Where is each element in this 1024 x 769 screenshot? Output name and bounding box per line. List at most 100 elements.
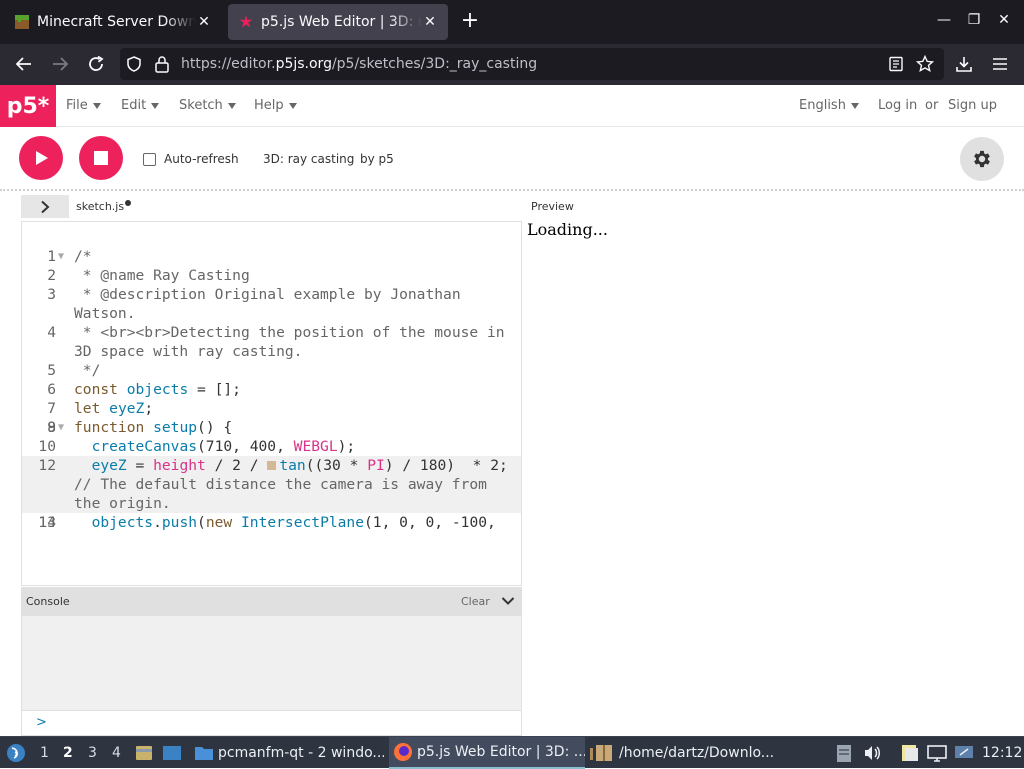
forward-arrow-icon[interactable] xyxy=(48,52,72,76)
fold-arrow-icon[interactable]: ▼ xyxy=(58,247,64,266)
p5-editor-nav: p5* File Edit Sketch Help English Log in… xyxy=(0,85,1024,127)
caret-down-icon xyxy=(151,102,160,109)
show-desktop-icon[interactable] xyxy=(162,743,182,763)
minecraft-grass-icon xyxy=(15,15,29,29)
desktop-3[interactable]: 3 xyxy=(88,745,97,761)
play-button[interactable] xyxy=(19,136,63,180)
file-name: sketch.js xyxy=(76,200,125,213)
fold-arrow-icon[interactable]: ▼ xyxy=(58,418,64,437)
code-text: const objects = []; xyxy=(74,381,241,398)
code-text: /* xyxy=(74,248,92,265)
editor-toolbar: Auto-refresh 3D: ray casting by p5 xyxy=(0,127,1024,191)
taskbar-window-title: p5.js Web Editor | 3D: ... xyxy=(417,744,585,760)
menu-sketch[interactable]: Sketch xyxy=(179,98,236,113)
menu-file[interactable]: File xyxy=(66,98,101,113)
taskbar-window-title: /home/dartz/Downlo... xyxy=(619,745,775,761)
line-number: 3 xyxy=(47,286,56,303)
display-tray-icon[interactable] xyxy=(927,743,947,763)
reload-icon[interactable] xyxy=(84,52,108,76)
tab-p5js-editor[interactable]: p5.js Web Editor | 3D: ray casting ✕ xyxy=(228,4,448,40)
auto-refresh-checkbox[interactable] xyxy=(143,153,156,166)
tracking-shield-icon[interactable] xyxy=(126,56,142,72)
tab-title: Minecraft Server Download xyxy=(37,14,196,30)
unsaved-dot-icon xyxy=(125,200,132,206)
code-line: 6 const objects = []; xyxy=(22,380,521,399)
line-number: 9 xyxy=(47,419,56,436)
p5-logo[interactable]: p5* xyxy=(0,85,56,127)
sketch-name[interactable]: 3D: ray casting xyxy=(263,152,354,166)
code-line: 9 ▼ function setup() { xyxy=(22,418,521,437)
reader-view-icon[interactable] xyxy=(888,56,904,72)
taskbar-window-firefox[interactable]: p5.js Web Editor | 3D: ... xyxy=(389,737,585,769)
firefox-icon xyxy=(394,743,412,761)
code-text: eyeZ = height / 2 / tan((30 * PI) / 180)… xyxy=(74,457,517,512)
bookmark-star-icon[interactable] xyxy=(916,55,934,73)
code-text: function setup() { xyxy=(74,419,233,436)
caret-down-icon xyxy=(227,102,236,109)
network-tray-icon[interactable] xyxy=(954,743,974,763)
url-text: https://editor.p5js.org/p5/sketches/3D:_… xyxy=(181,56,537,72)
desktop-2[interactable]: 2 xyxy=(63,745,73,761)
language-select[interactable]: English xyxy=(799,98,859,113)
close-window-icon[interactable]: ✕ xyxy=(994,12,1014,28)
file-tab-sketch-js[interactable]: sketch.js xyxy=(76,200,132,213)
start-menu-icon[interactable] xyxy=(6,743,26,763)
language-label: English xyxy=(799,98,846,113)
tab-minecraft-server[interactable]: Minecraft Server Download ✕ xyxy=(4,4,222,40)
toggle-sidebar-button[interactable] xyxy=(21,195,69,218)
menu-help[interactable]: Help xyxy=(254,98,297,113)
code-line: 2 * @name Ray Casting xyxy=(22,266,521,285)
back-arrow-icon[interactable] xyxy=(12,52,36,76)
minimize-window-icon[interactable]: — xyxy=(934,12,954,28)
code-line: 10 createCanvas(710, 400, WEBGL); xyxy=(22,437,521,456)
line-number: 12 xyxy=(38,457,56,474)
browser-nav-bar: https://editor.p5js.org/p5/sketches/3D:_… xyxy=(0,44,1024,85)
sketch-owner: by p5 xyxy=(360,152,394,166)
stop-button[interactable] xyxy=(79,136,123,180)
menu-label: Sketch xyxy=(179,98,223,113)
code-editor[interactable]: 1 ▼/* 2 * @name Ray Casting 3 * @descript… xyxy=(21,221,522,586)
chevron-down-icon[interactable] xyxy=(501,595,515,607)
taskbar-window-archive[interactable]: /home/dartz/Downlo... xyxy=(589,737,785,769)
code-area[interactable]: 1 ▼/* 2 * @name Ray Casting 3 * @descript… xyxy=(22,247,521,532)
notes-tray-icon[interactable] xyxy=(900,743,920,763)
folder-icon xyxy=(195,747,213,760)
console-clear-button[interactable]: Clear xyxy=(461,595,490,608)
file-manager-launcher-icon[interactable] xyxy=(134,743,154,763)
line-number: 7 xyxy=(47,400,56,417)
lock-icon[interactable] xyxy=(154,55,170,73)
login-link[interactable]: Log in xyxy=(878,98,917,113)
color-swatch-icon xyxy=(267,461,277,470)
console-output xyxy=(21,616,522,710)
settings-button[interactable] xyxy=(960,137,1004,181)
line-number: 6 xyxy=(47,381,56,398)
line-number: 10 xyxy=(38,438,56,455)
hamburger-menu-icon[interactable] xyxy=(988,52,1012,76)
desktop-1[interactable]: 1 xyxy=(40,745,49,761)
or-text: or xyxy=(925,98,939,113)
taskbar-window-file-manager[interactable]: pcmanfm-qt - 2 windo... xyxy=(192,737,384,769)
menu-edit[interactable]: Edit xyxy=(121,98,160,113)
clipboard-tray-icon[interactable] xyxy=(836,743,852,763)
preview-label: Preview xyxy=(531,200,574,213)
desktop-4[interactable]: 4 xyxy=(112,745,121,761)
code-text: * <br><br>Detecting the position of the … xyxy=(74,324,514,360)
menu-label: Help xyxy=(254,98,284,113)
url-host: p5js.org xyxy=(275,56,332,72)
caret-down-icon xyxy=(850,102,859,109)
console-header: Console Clear xyxy=(21,587,522,616)
line-number: 2 xyxy=(47,267,56,284)
volume-icon[interactable] xyxy=(863,744,881,762)
new-tab-plus-icon[interactable]: + xyxy=(458,10,482,32)
signup-link[interactable]: Sign up xyxy=(948,98,997,113)
caret-down-icon xyxy=(92,102,101,109)
code-line-active: 12 eyeZ = height / 2 / tan((30 * PI) / 1… xyxy=(22,456,521,513)
restore-window-icon[interactable]: ❐ xyxy=(964,12,984,28)
close-tab-icon[interactable]: ✕ xyxy=(196,14,212,30)
auto-refresh-label: Auto-refresh xyxy=(164,152,239,166)
downloads-icon[interactable] xyxy=(952,52,976,76)
url-bar[interactable]: https://editor.p5js.org/p5/sketches/3D:_… xyxy=(120,48,944,80)
console-input[interactable]: > xyxy=(21,710,522,736)
url-path: /p5/sketches/3D:_ray_casting xyxy=(331,56,538,72)
close-tab-icon[interactable]: ✕ xyxy=(422,14,438,30)
